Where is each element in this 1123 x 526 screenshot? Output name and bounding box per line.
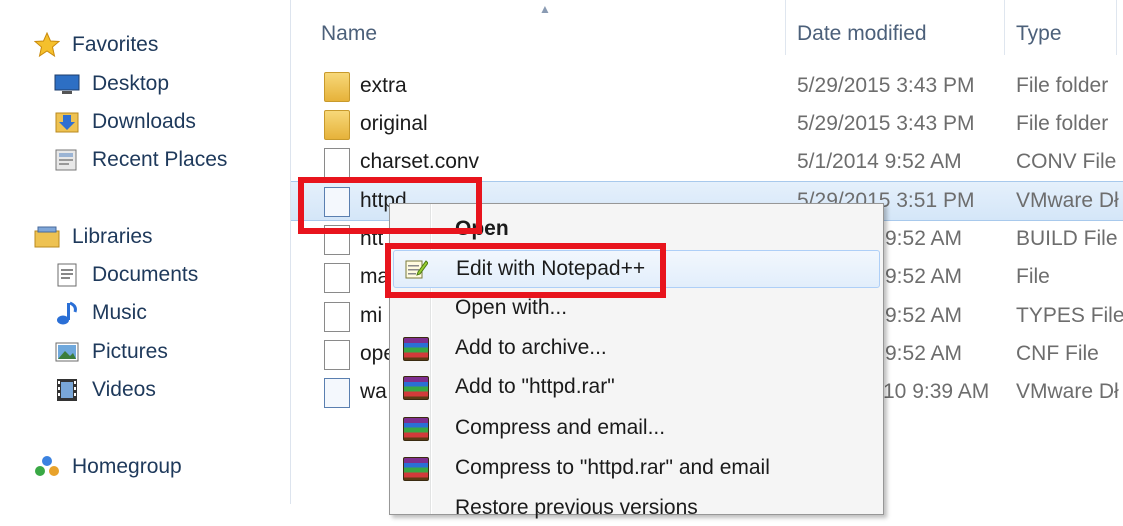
documents-icon — [54, 262, 80, 288]
menu-item-compress-and-email[interactable]: Compress and email... — [393, 410, 878, 446]
file-icon — [324, 302, 350, 332]
nav-item-pictures[interactable]: Pictures — [54, 334, 168, 370]
file-type: VMware Dł — [1016, 380, 1119, 403]
file-date: 9:52 AM — [885, 227, 963, 250]
nav-item-label: Downloads — [92, 110, 196, 133]
nav-item-desktop[interactable]: Desktop — [54, 66, 169, 102]
nav-libraries[interactable]: Libraries — [34, 219, 153, 255]
column-header-name[interactable]: Name — [321, 14, 377, 54]
file-name: wa — [360, 380, 387, 403]
file-name: mi — [360, 304, 383, 327]
file-date: 5/29/2015 3:43 PM — [797, 112, 975, 135]
libraries-icon — [34, 224, 60, 250]
file-type: BUILD File — [1016, 227, 1118, 250]
nav-item-label: Recent Places — [92, 148, 228, 171]
column-header-type[interactable]: Type — [1016, 14, 1062, 54]
file-type: TYPES File — [1016, 304, 1123, 327]
file-name: original — [360, 112, 428, 135]
nav-item-label: Desktop — [92, 72, 170, 95]
nav-item-music[interactable]: Music — [54, 295, 147, 331]
winrar-icon — [403, 337, 429, 361]
folder-icon — [324, 72, 350, 102]
music-icon — [54, 300, 80, 326]
menu-item-label: Add to archive... — [455, 336, 607, 359]
homegroup-icon — [34, 454, 60, 480]
nav-item-documents[interactable]: Documents — [54, 257, 198, 293]
nav-favorites[interactable]: Favorites — [33, 27, 159, 63]
folder-icon — [324, 110, 350, 140]
column-header-date-modified[interactable]: Date modified — [797, 14, 927, 54]
nav-item-videos[interactable]: Videos — [54, 372, 156, 408]
menu-item-label: Restore previous versions — [455, 496, 698, 519]
recent-places-icon — [54, 147, 80, 173]
file-date: 9:52 AM — [885, 342, 963, 365]
nav-homegroup-label: Homegroup — [72, 455, 182, 478]
nav-libraries-label: Libraries — [72, 225, 153, 248]
file-date: 5/1/2014 9:52 AM — [797, 150, 962, 173]
nav-favorites-label: Favorites — [72, 33, 159, 56]
menu-item-restore-previous-versions[interactable]: Restore previous versions — [393, 490, 878, 526]
file-row[interactable]: original 5/29/2015 3:43 PM File folder — [291, 105, 1123, 143]
menu-item-label: Add to "httpd.rar" — [455, 375, 615, 398]
file-name: extra — [360, 74, 407, 97]
menu-item-add-to-archive[interactable]: Add to archive... — [393, 330, 878, 366]
highlight-box-httpd-file — [298, 177, 482, 234]
file-date: 10 9:39 AM — [883, 380, 990, 403]
file-date: 9:52 AM — [885, 265, 963, 288]
column-divider[interactable] — [1004, 0, 1005, 55]
file-type: File — [1016, 265, 1050, 288]
navigation-pane: Favorites Desktop Downloads Recent Place… — [0, 0, 291, 504]
column-divider[interactable] — [1116, 0, 1117, 55]
file-row[interactable]: charset.conv 5/1/2014 9:52 AM CONV File — [291, 143, 1123, 181]
file-row[interactable]: extra 5/29/2015 3:43 PM File folder — [291, 67, 1123, 105]
nav-homegroup[interactable]: Homegroup — [34, 449, 182, 485]
nav-item-downloads[interactable]: Downloads — [54, 104, 196, 140]
nav-item-label: Documents — [92, 263, 199, 286]
downloads-folder-icon — [54, 109, 80, 135]
file-name: charset.conv — [360, 150, 480, 173]
column-divider[interactable] — [785, 0, 786, 55]
menu-item-compress-to-httpd-rar-and-email[interactable]: Compress to "httpd.rar" and email — [393, 450, 878, 486]
desktop-icon — [54, 71, 80, 97]
file-type: CONV File — [1016, 150, 1117, 173]
file-icon — [324, 340, 350, 370]
file-type: File folder — [1016, 74, 1109, 97]
config-file-icon — [324, 378, 350, 408]
winrar-icon — [403, 417, 429, 441]
nav-item-label: Videos — [92, 378, 156, 401]
winrar-icon — [403, 376, 429, 400]
sort-ascending-icon: ▲ — [539, 2, 551, 16]
nav-item-recent-places[interactable]: Recent Places — [54, 142, 227, 178]
file-icon — [324, 148, 350, 178]
nav-item-label: Music — [92, 301, 147, 324]
highlight-box-edit-with-notepad — [385, 243, 666, 298]
star-icon — [33, 31, 61, 58]
winrar-icon — [403, 457, 429, 481]
menu-item-label: Compress and email... — [455, 416, 666, 439]
pictures-icon — [54, 339, 80, 365]
nav-item-label: Pictures — [92, 340, 168, 363]
file-date: 5/29/2015 3:43 PM — [797, 74, 975, 97]
menu-item-add-to-httpd-rar[interactable]: Add to "httpd.rar" — [393, 369, 878, 405]
file-date: 9:52 AM — [885, 304, 963, 327]
file-type: VMware Dł — [1016, 189, 1119, 212]
menu-item-label: Compress to "httpd.rar" and email — [455, 456, 770, 479]
file-type: CNF File — [1016, 342, 1099, 365]
file-type: File folder — [1016, 112, 1109, 135]
videos-icon — [54, 377, 80, 403]
file-icon — [324, 263, 350, 293]
